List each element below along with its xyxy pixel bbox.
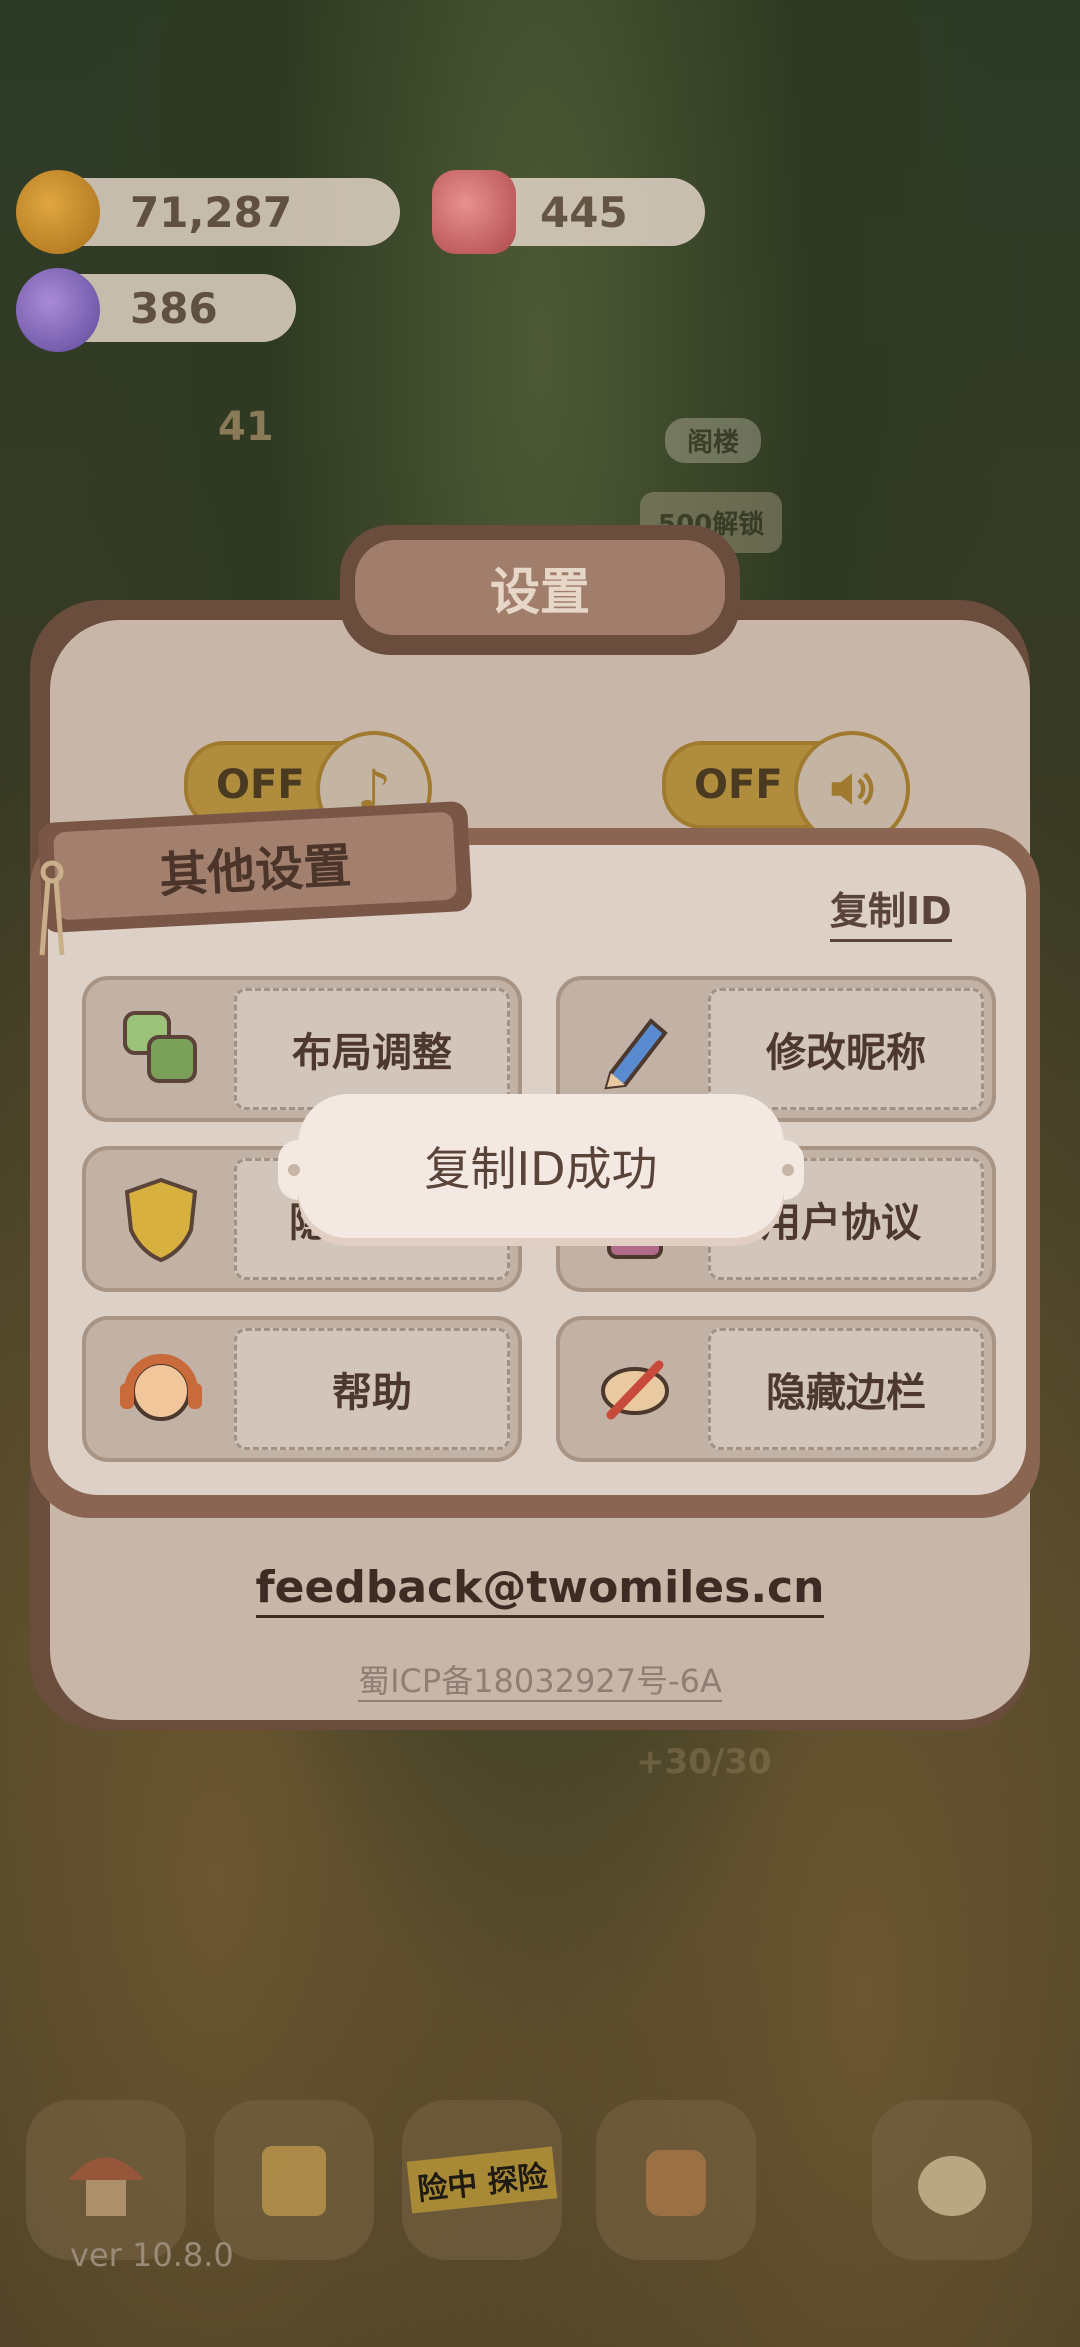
shop-icon <box>646 2150 706 2216</box>
shield-icon <box>96 1160 226 1278</box>
settings-title: 设置 <box>355 540 725 635</box>
character-icon <box>918 2156 986 2216</box>
mushroom-house-icon <box>68 2157 144 2216</box>
coin-value: 71,287 <box>130 187 293 237</box>
toast-rivet-right <box>782 1164 794 1176</box>
option-label: 修改昵称 <box>708 988 984 1110</box>
rope-icon <box>39 860 65 956</box>
nav-adventure-button[interactable]: 险中 探险 <box>402 2100 562 2260</box>
layout-icon <box>96 990 226 1108</box>
candy-icon <box>16 268 100 352</box>
copy-success-toast: 复制ID成功 <box>298 1094 784 1238</box>
option-label: 隐藏边栏 <box>708 1328 984 1450</box>
gem-value: 445 <box>540 187 628 237</box>
pencil-icon <box>570 990 700 1108</box>
icp-link[interactable]: 蜀ICP备18032927号-6A <box>358 1662 722 1702</box>
floor-tag: 阁楼 <box>665 418 762 463</box>
feedback-email-row: feedback@twomiles.cn <box>0 1562 1080 1618</box>
nav-journal-button[interactable] <box>214 2100 374 2260</box>
version-label: ver 10.8.0 <box>70 2236 234 2274</box>
candy-value: 386 <box>130 283 218 333</box>
nav-character-button[interactable] <box>872 2100 1032 2260</box>
option-hide-sidebar[interactable]: 隐藏边栏 <box>556 1316 996 1462</box>
adventure-label: 险中 探险 <box>406 2146 558 2214</box>
cookie-coin-icon <box>16 170 100 254</box>
option-label: 布局调整 <box>234 988 510 1110</box>
notebook-icon <box>262 2146 326 2216</box>
headset-icon <box>96 1330 226 1448</box>
pink-gem-icon <box>432 170 516 254</box>
option-label: 帮助 <box>234 1328 510 1450</box>
energy-counter: +30/30 <box>636 1742 772 1782</box>
hide-eye-icon <box>570 1330 700 1448</box>
sound-toggle[interactable]: OFF <box>662 731 910 847</box>
sound-toggle-label: OFF <box>694 762 783 808</box>
level-counter: 41 <box>218 404 274 450</box>
nav-shop-button[interactable] <box>596 2100 756 2260</box>
copy-id-link[interactable]: 复制ID <box>830 880 952 942</box>
toast-rivet-left <box>288 1164 300 1176</box>
feedback-email-link[interactable]: feedback@twomiles.cn <box>255 1562 825 1618</box>
music-toggle-label: OFF <box>216 762 305 808</box>
option-help[interactable]: 帮助 <box>82 1316 522 1462</box>
icp-row: 蜀ICP备18032927号-6A <box>0 1656 1080 1702</box>
